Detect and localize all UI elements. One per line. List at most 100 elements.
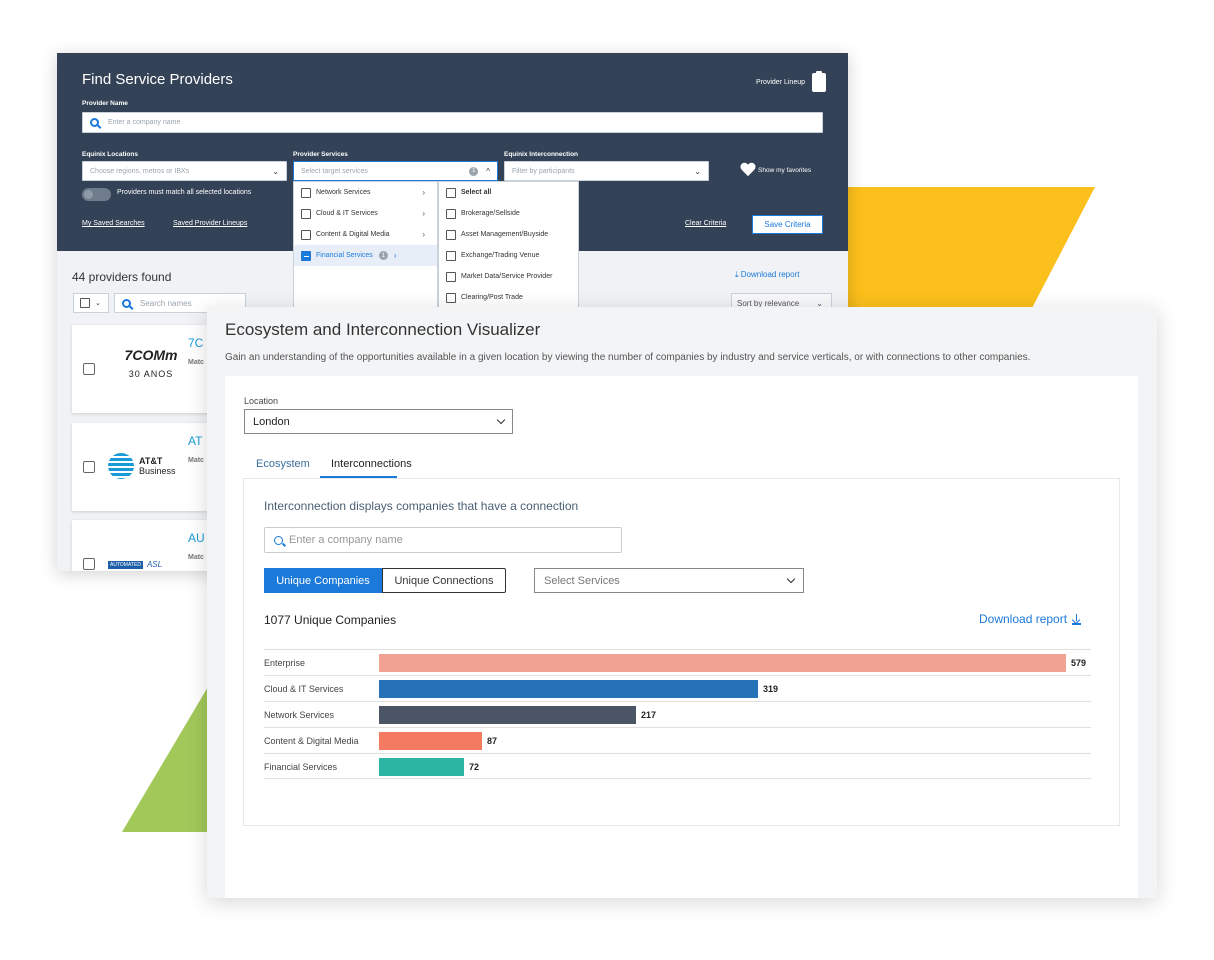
menu-item-content-digital-media[interactable]: Content & Digital Media › (294, 224, 437, 245)
provider-logo: AT&T Business (108, 453, 176, 479)
unique-connections-button[interactable]: Unique Connections (382, 568, 506, 593)
checkbox[interactable] (446, 187, 456, 198)
location-value: London (253, 415, 290, 428)
locations-select[interactable]: Choose regions, metros or IBXs ⌄ (82, 161, 287, 181)
clear-criteria-link[interactable]: Clear Criteria (685, 220, 726, 227)
visualizer-window: Ecosystem and Interconnection Visualizer… (207, 307, 1157, 898)
provider-checkbox[interactable] (83, 363, 95, 375)
menu-item-asset-management[interactable]: Asset Management/Buyside (439, 224, 578, 245)
chart-row: Content & Digital Media 87 (264, 727, 1091, 753)
service-category-menu: Network Services › Cloud & IT Services › C… (293, 181, 438, 311)
match-all-label: Providers must match all selected locati… (117, 189, 252, 196)
chart-category-label: Financial Services (264, 762, 338, 772)
company-search-placeholder: Enter a company name (289, 534, 403, 546)
services-select[interactable]: Select target services 1 ^ (293, 161, 498, 181)
download-report-label: Download report (979, 612, 1068, 626)
menu-item-market-data[interactable]: Market Data/Service Provider (439, 266, 578, 287)
provider-name-placeholder: Enter a company name (108, 119, 181, 126)
clipboard-icon (812, 71, 826, 92)
location-select[interactable]: London (244, 409, 513, 434)
provider-lineup-button[interactable]: Provider Lineup (756, 71, 826, 92)
services-select[interactable]: Select Services (534, 568, 804, 593)
chart-category-label: Network Services (264, 710, 335, 720)
chart-row: Cloud & IT Services 319 (264, 675, 1091, 701)
download-report-label: Download report (740, 270, 800, 279)
save-criteria-button[interactable]: Save Criteria (752, 215, 823, 234)
provider-name[interactable]: 7C (188, 336, 203, 350)
menu-item-financial-services[interactable]: Financial Services 1 › (294, 245, 437, 266)
participants-placeholder: Filter by participants (512, 167, 575, 175)
checkbox[interactable] (301, 229, 311, 240)
menu-item-brokerage[interactable]: Brokerage/Sellside (439, 203, 578, 224)
interconnection-description: Interconnection displays companies that … (264, 499, 579, 513)
chart-bar[interactable] (379, 758, 464, 776)
menu-item-network-services[interactable]: Network Services › (294, 182, 437, 203)
saved-searches-link[interactable]: My Saved Searches (82, 220, 145, 227)
download-icon (1072, 613, 1082, 625)
screenshot-stage: Find Service Providers Provider Lineup P… (0, 0, 1214, 960)
unique-companies-button[interactable]: Unique Companies (264, 568, 382, 593)
provider-checkbox[interactable] (83, 558, 95, 570)
chart-row: Financial Services 72 (264, 753, 1091, 779)
participants-select[interactable]: Filter by participants ⌄ (504, 161, 709, 181)
chart-value-label: 72 (469, 762, 480, 772)
download-report-link[interactable]: Download report (979, 612, 1082, 626)
menu-item-clearing[interactable]: Clearing/Post Trade (439, 287, 578, 308)
tab-interconnections[interactable]: Interconnections (331, 458, 412, 470)
match-all-toggle[interactable] (82, 188, 111, 201)
provider-name[interactable]: AT (188, 434, 202, 448)
provider-logo: 7COMm 30 ANOS (124, 347, 178, 379)
chart-value-label: 217 (641, 710, 657, 720)
provider-checkbox[interactable] (83, 461, 95, 473)
checkbox[interactable] (446, 208, 456, 219)
chart-bar[interactable] (379, 680, 758, 698)
checkbox[interactable] (446, 292, 456, 303)
visualizer-subtitle: Gain an understanding of the opportuniti… (225, 352, 1031, 363)
tab-ecosystem[interactable]: Ecosystem (256, 458, 310, 470)
chevron-right-icon: › (422, 188, 425, 197)
chart-value-label: 579 (1071, 658, 1087, 668)
chart-bar[interactable] (379, 706, 636, 724)
visualizer-title: Ecosystem and Interconnection Visualizer (225, 320, 541, 339)
select-all-dropdown[interactable]: ⌄ (73, 293, 109, 313)
saved-lineups-link[interactable]: Saved Provider Lineups (173, 220, 247, 227)
checkbox[interactable] (301, 208, 311, 219)
chevron-right-icon: › (422, 230, 425, 239)
provider-name[interactable]: AU (188, 531, 205, 545)
menu-item-select-all[interactable]: Select all (439, 182, 578, 203)
provider-match: Matc (188, 554, 204, 561)
companies-bar-chart: Enterprise 579 Cloud & IT Services 319 Netwo… (264, 649, 1091, 781)
provider-match: Matc (188, 457, 204, 464)
chart-value-label: 319 (763, 684, 779, 694)
locations-placeholder: Choose regions, metros or IBXs (90, 167, 190, 175)
show-favorites-button[interactable]: Show my favorites (740, 163, 811, 177)
chart-bar[interactable] (379, 654, 1066, 672)
services-count-badge: 1 (469, 166, 479, 176)
provider-name-label: Provider Name (82, 100, 128, 107)
search-names-placeholder: Search names (140, 298, 192, 308)
menu-item-exchange[interactable]: Exchange/Trading Venue (439, 245, 578, 266)
interconnection-label: Equinix Interconnection (504, 151, 579, 158)
checkbox[interactable] (446, 271, 456, 282)
checkbox[interactable] (301, 250, 311, 261)
chevron-up-icon: ^ (486, 166, 490, 176)
location-label: Location (244, 396, 279, 406)
search-icon (90, 118, 99, 127)
company-search-input[interactable]: Enter a company name (264, 527, 622, 553)
chevron-down-icon (496, 415, 506, 425)
chart-row: Network Services 217 (264, 701, 1091, 727)
unique-companies-count: 1077 Unique Companies (264, 613, 397, 627)
finder-title: Find Service Providers (82, 71, 233, 88)
chart-row: Enterprise 579 (264, 649, 1091, 675)
checkbox[interactable] (446, 229, 456, 240)
chevron-down-icon (786, 574, 796, 584)
menu-item-cloud-it-services[interactable]: Cloud & IT Services › (294, 203, 437, 224)
provider-name-input[interactable]: Enter a company name (82, 112, 823, 133)
globe-icon (108, 453, 134, 479)
chart-bar[interactable] (379, 732, 482, 750)
select-all-checkbox[interactable] (80, 298, 90, 308)
download-report-link[interactable]: ⤓ Download report (735, 270, 799, 280)
chevron-right-icon: › (393, 251, 397, 260)
checkbox[interactable] (301, 187, 311, 198)
checkbox[interactable] (446, 250, 456, 261)
